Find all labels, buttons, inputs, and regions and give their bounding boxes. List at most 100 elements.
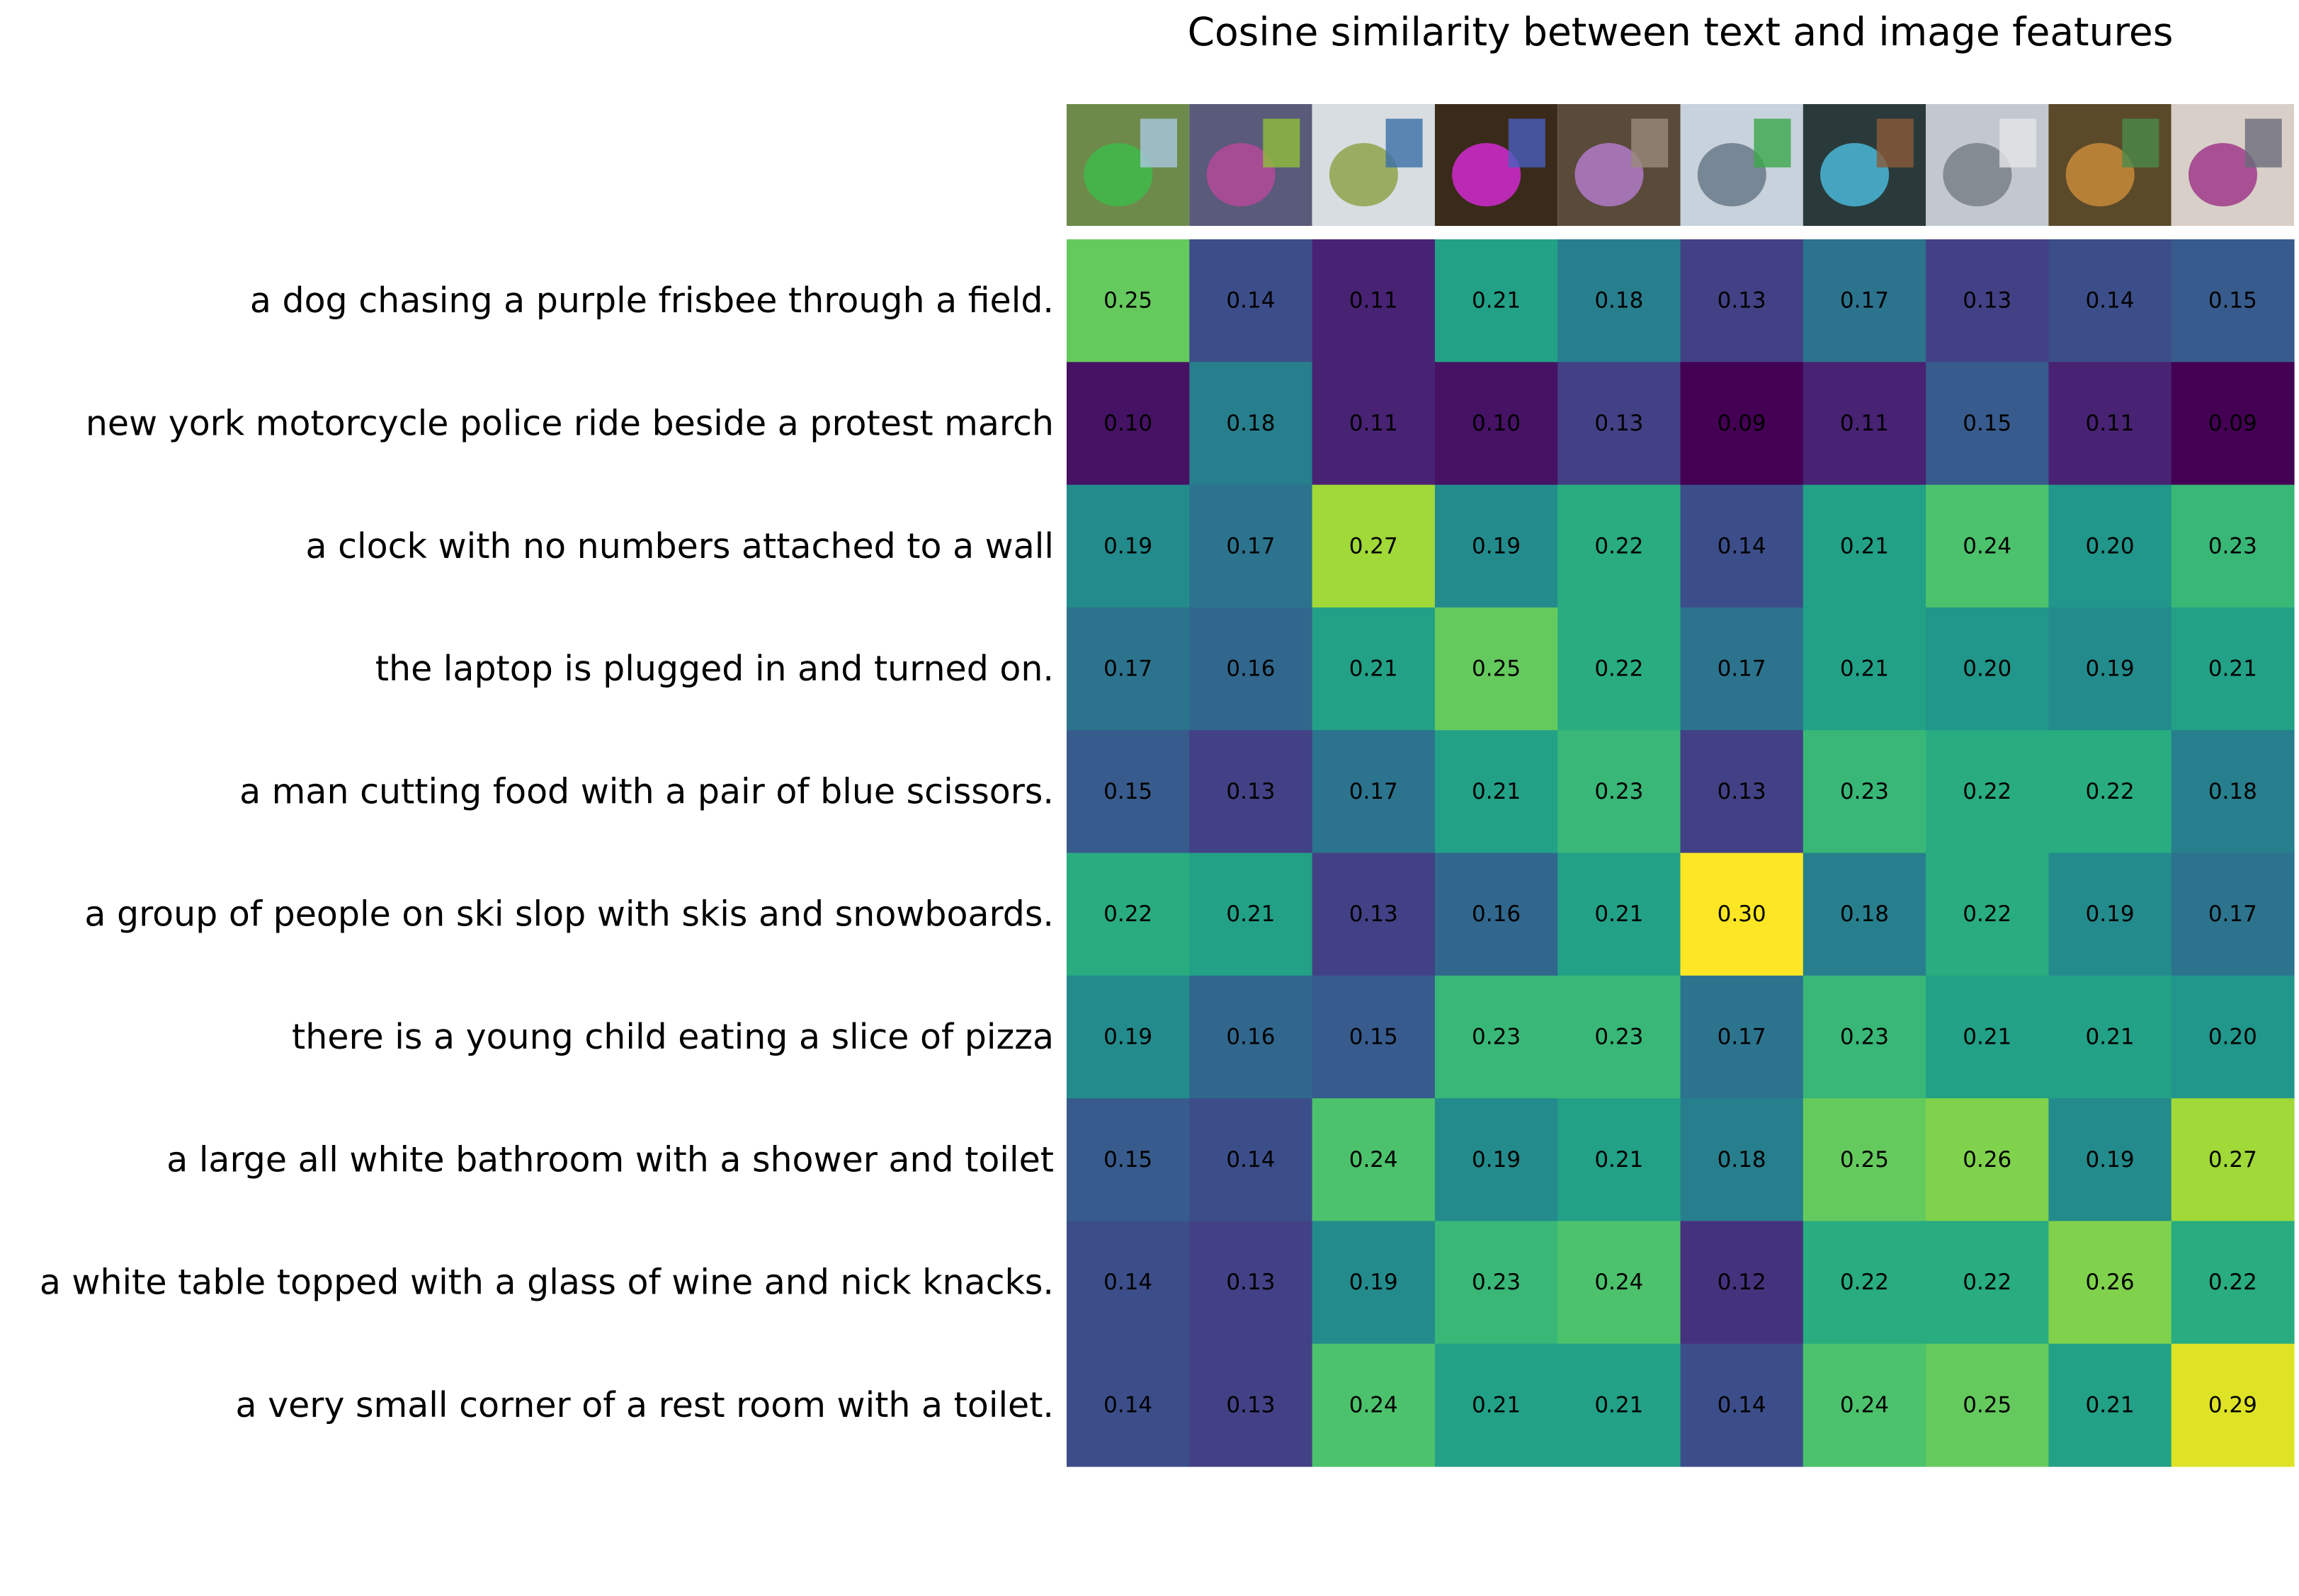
cell-value-label: 0.09	[2208, 411, 2257, 436]
cell-value-label: 0.13	[1226, 1392, 1275, 1418]
cell-value-label: 0.21	[2086, 1024, 2135, 1049]
cell-value-label: 0.14	[1103, 1270, 1152, 1295]
cell-value-label: 0.14	[1226, 288, 1275, 314]
chart-title: Cosine similarity between text and image…	[1188, 9, 2174, 55]
cell-value-label: 0.25	[1840, 1147, 1889, 1173]
cell-value-label: 0.11	[2086, 411, 2135, 436]
cell-value-label: 0.26	[2086, 1270, 2135, 1295]
cell-value-label: 0.23	[1594, 779, 1643, 804]
wall-clock-thumbnail	[1312, 104, 1435, 226]
row-label: a dog chasing a purple frisbee through a…	[250, 280, 1054, 321]
cell-value-label: 0.23	[1840, 779, 1889, 804]
row-label: a very small corner of a rest room with …	[236, 1385, 1054, 1425]
ski-slope-thumbnail	[1680, 104, 1803, 226]
cell-value-label: 0.14	[1718, 1392, 1766, 1418]
cell-value-label: 0.16	[1226, 1024, 1275, 1049]
cell-value-label: 0.19	[1472, 1147, 1521, 1173]
cell-value-label: 0.27	[1349, 533, 1398, 559]
cell-value-label: 0.22	[1963, 779, 2011, 804]
cell-value-label: 0.18	[1594, 288, 1643, 314]
cell-value-label: 0.21	[1226, 901, 1275, 927]
cell-value-label: 0.13	[1226, 1270, 1275, 1295]
cell-value-label: 0.18	[1840, 901, 1889, 927]
cell-value-label: 0.18	[1226, 411, 1275, 436]
wine-table-thumbnail	[2048, 104, 2172, 226]
cell-value-label: 0.09	[1718, 411, 1766, 436]
cell-value-label: 0.19	[2086, 656, 2135, 682]
cell-value-label: 0.23	[2208, 533, 2257, 559]
cell-value-label: 0.19	[1349, 1270, 1398, 1295]
cell-value-label: 0.25	[1963, 1392, 2011, 1418]
cell-value-label: 0.11	[1349, 411, 1398, 436]
cell-value-label: 0.22	[1963, 901, 2011, 927]
cell-value-label: 0.24	[1349, 1392, 1398, 1418]
cell-value-label: 0.22	[2086, 779, 2135, 804]
cell-value-label: 0.15	[1349, 1024, 1398, 1049]
cell-value-label: 0.15	[1963, 411, 2011, 436]
cell-value-label: 0.20	[2208, 1024, 2257, 1049]
cell-value-label: 0.21	[1840, 533, 1889, 559]
row-label: the laptop is plugged in and turned on.	[375, 649, 1054, 689]
cell-value-label: 0.10	[1103, 411, 1152, 436]
cell-value-label: 0.21	[1472, 288, 1521, 314]
laptop-thumbnail	[1434, 104, 1558, 226]
cell-value-label: 0.24	[1840, 1392, 1889, 1418]
cell-value-label: 0.30	[1718, 901, 1766, 927]
cell-value-label: 0.23	[1472, 1270, 1521, 1295]
cell-value-label: 0.22	[1963, 1270, 2011, 1295]
cell-value-label: 0.21	[1472, 779, 1521, 804]
cell-value-label: 0.13	[1594, 411, 1643, 436]
cell-value-label: 0.13	[1718, 288, 1766, 314]
cell-value-label: 0.21	[1349, 656, 1398, 682]
cell-value-label: 0.23	[1840, 1024, 1889, 1049]
cell-value-label: 0.24	[1963, 533, 2011, 559]
cell-value-label: 0.15	[1103, 1147, 1152, 1173]
cell-value-label: 0.21	[1840, 656, 1889, 682]
cell-value-label: 0.21	[1472, 1392, 1521, 1418]
cell-value-label: 0.17	[1349, 779, 1398, 804]
cell-value-label: 0.17	[1226, 533, 1275, 559]
cell-value-label: 0.21	[1594, 1147, 1643, 1173]
cell-value-label: 0.19	[1103, 533, 1152, 559]
cell-value-label: 0.13	[1226, 779, 1275, 804]
cell-value-label: 0.22	[2208, 1270, 2257, 1295]
cell-value-label: 0.19	[2086, 1147, 2135, 1173]
cell-value-label: 0.15	[2208, 288, 2257, 314]
cell-value-label: 0.19	[1472, 533, 1521, 559]
cell-value-label: 0.25	[1103, 288, 1152, 314]
cell-value-label: 0.24	[1349, 1147, 1398, 1173]
cell-value-label: 0.19	[1103, 1024, 1152, 1049]
cell-value-label: 0.18	[2208, 779, 2257, 804]
protest-march-thumbnail	[1189, 104, 1312, 226]
row-label: a large all white bathroom with a shower…	[166, 1139, 1054, 1180]
cell-value-label: 0.20	[1963, 656, 2011, 682]
cell-value-label: 0.11	[1349, 288, 1398, 314]
row-label: new york motorcycle police ride beside a…	[86, 403, 1054, 443]
cell-value-label: 0.21	[1594, 1392, 1643, 1418]
row-label: a white table topped with a glass of win…	[40, 1262, 1054, 1303]
cell-value-label: 0.11	[1840, 411, 1889, 436]
cell-value-label: 0.23	[1472, 1024, 1521, 1049]
cell-value-label: 0.17	[1718, 656, 1766, 682]
cell-value-label: 0.29	[2208, 1392, 2257, 1418]
cell-value-label: 0.22	[1840, 1270, 1889, 1295]
cell-value-label: 0.21	[2208, 656, 2257, 682]
cell-value-label: 0.22	[1594, 533, 1643, 559]
row-label: there is a young child eating a slice of…	[292, 1017, 1054, 1057]
cell-value-label: 0.22	[1103, 901, 1152, 927]
cell-value-label: 0.13	[1718, 779, 1766, 804]
cell-value-label: 0.16	[1226, 656, 1275, 682]
row-labels: a dog chasing a purple frisbee through a…	[40, 280, 1054, 1425]
cell-value-label: 0.17	[1718, 1024, 1766, 1049]
heatmap-cells: 0.25 0.14 0.11 0.21 0.18 0.13 0.17 0.13 0.14 0.15…	[1067, 239, 2295, 1467]
cell-value-label: 0.21	[1594, 901, 1643, 927]
scissors-thumbnail	[1557, 104, 1681, 226]
pizza-child-thumbnail	[1803, 104, 1926, 226]
cell-value-label: 0.20	[2086, 533, 2135, 559]
cell-value-label: 0.16	[1472, 901, 1521, 927]
cell-value-label: 0.13	[1349, 901, 1398, 927]
cell-value-label: 0.10	[1472, 411, 1521, 436]
cell-value-label: 0.27	[2208, 1147, 2257, 1173]
cell-value-label: 0.14	[1718, 533, 1766, 559]
cell-value-label: 0.21	[1963, 1024, 2011, 1049]
